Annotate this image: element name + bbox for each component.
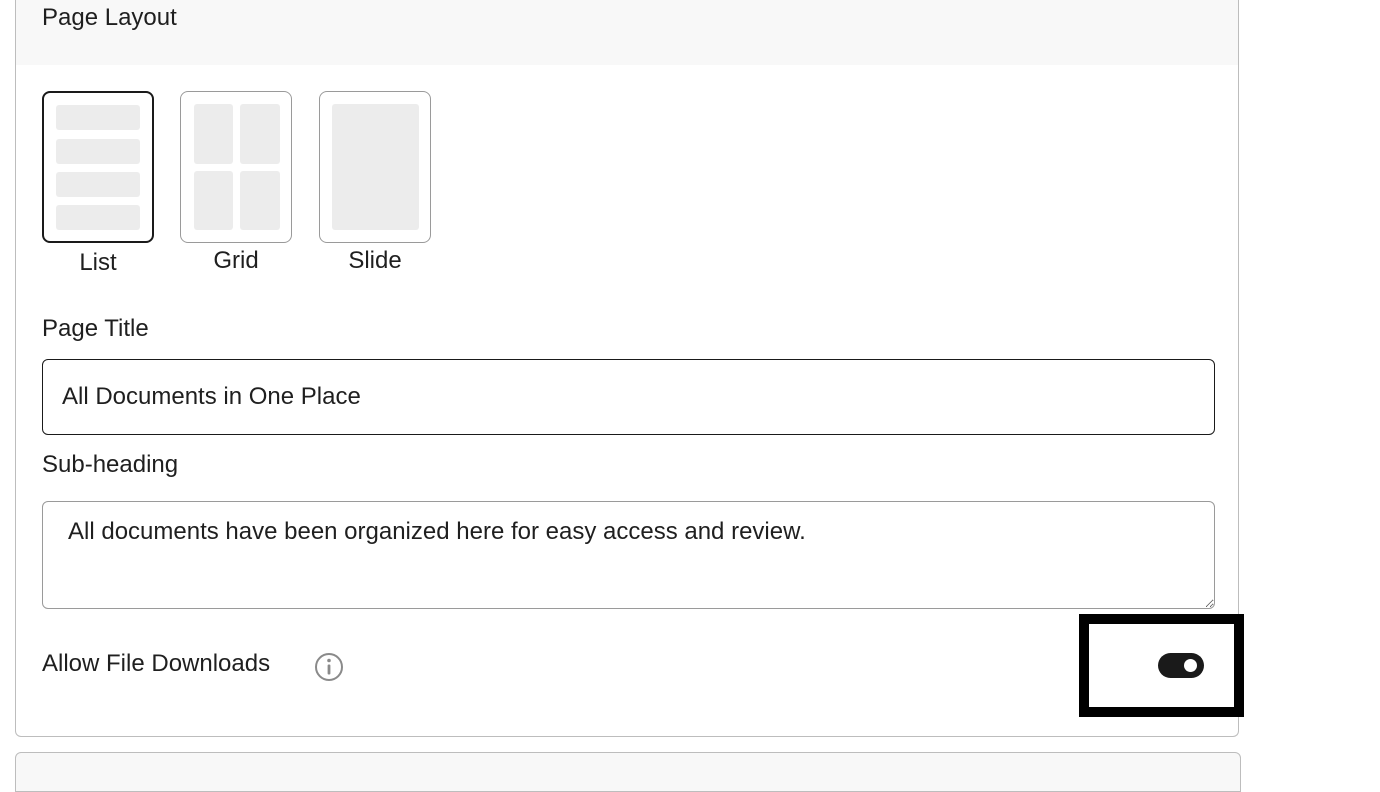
- layout-option-slide-label: Slide: [348, 247, 402, 274]
- grid-cell-placeholder: [194, 104, 233, 164]
- list-row-placeholder: [56, 205, 140, 230]
- grid-cell-placeholder: [240, 104, 280, 164]
- layout-option-grid-label: Grid: [213, 247, 259, 274]
- list-row-placeholder: [56, 139, 140, 164]
- panel-title: Page Layout: [42, 4, 177, 31]
- grid-cell-placeholder: [240, 171, 280, 230]
- sub-heading-label: Sub-heading: [42, 451, 179, 478]
- panel-header: Page Layout: [16, 0, 1238, 65]
- page-title-label: Page Title: [42, 315, 149, 342]
- toggle-highlight-box: [1079, 614, 1244, 717]
- info-icon[interactable]: [314, 652, 344, 682]
- allow-downloads-label: Allow File Downloads: [42, 650, 271, 677]
- slide-placeholder: [332, 104, 419, 230]
- layout-option-list-label: List: [79, 249, 117, 276]
- page-layout-panel: Page Layout List Grid Slide Page Title S…: [15, 0, 1244, 737]
- layout-option-slide[interactable]: [319, 91, 431, 243]
- allow-downloads-toggle[interactable]: [1158, 653, 1204, 678]
- list-row-placeholder: [56, 105, 140, 130]
- sub-heading-textarea[interactable]: All documents have been organized here f…: [42, 501, 1215, 609]
- grid-cell-placeholder: [194, 171, 233, 230]
- layout-option-list[interactable]: [42, 91, 154, 243]
- next-panel-header: [15, 752, 1241, 792]
- layout-option-grid[interactable]: [180, 91, 292, 243]
- page-title-input[interactable]: [42, 359, 1215, 435]
- toggle-knob: [1184, 659, 1197, 672]
- list-row-placeholder: [56, 172, 140, 197]
